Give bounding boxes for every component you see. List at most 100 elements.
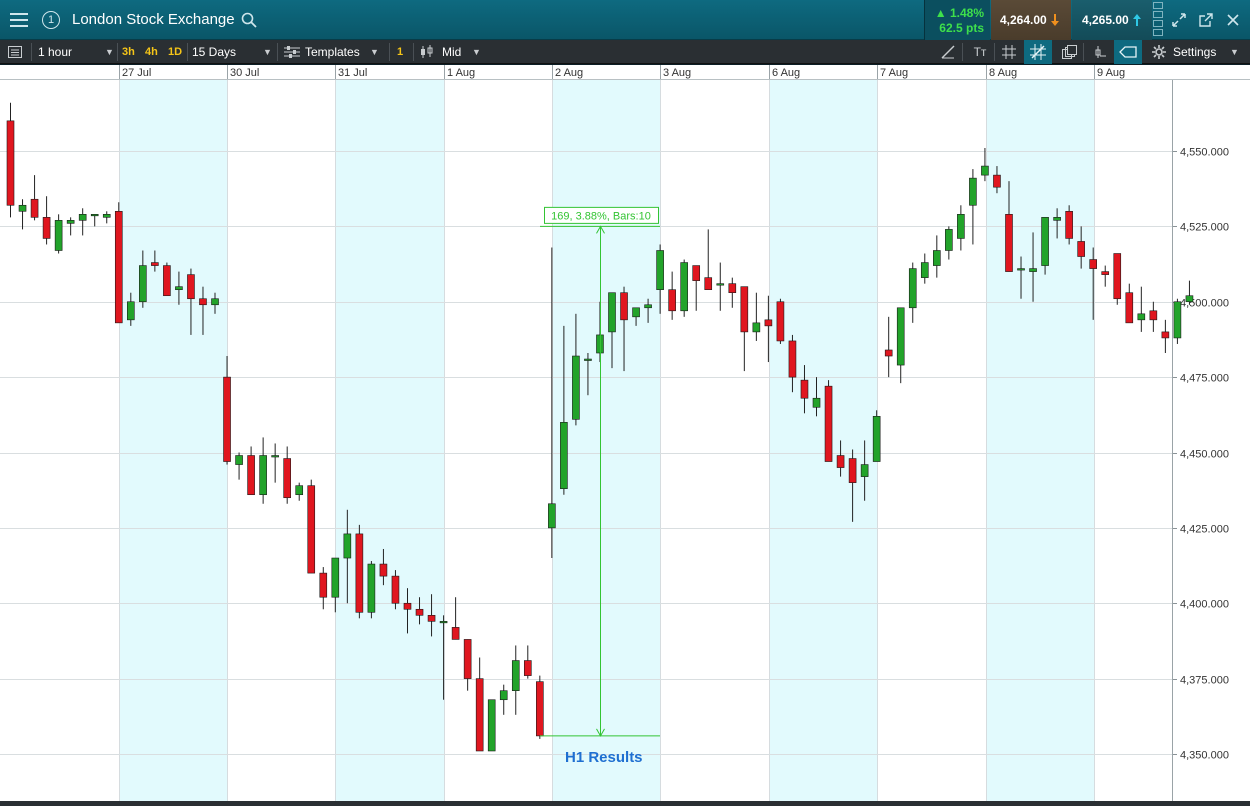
candle-up (656, 250, 664, 290)
candle-up (584, 358, 592, 361)
hamburger-menu-icon[interactable] (4, 6, 34, 34)
interval-1d-button[interactable]: 1D (168, 40, 182, 64)
date-axis-background (0, 65, 1250, 79)
grid-icon[interactable] (998, 40, 1020, 64)
interval-3h-button[interactable]: 3h (122, 40, 135, 64)
candle-up (18, 204, 27, 212)
candle-down (776, 301, 785, 342)
day-band (986, 79, 1094, 801)
candle-up (331, 557, 340, 598)
crosshair-icon[interactable] (1089, 40, 1111, 64)
date-label: 7 Aug (880, 67, 908, 79)
date-label: 2 Aug (555, 67, 583, 79)
chevron-down-icon: ▼ (472, 47, 481, 57)
candle-down (223, 376, 231, 462)
change-points: 62.5 pts (939, 21, 984, 35)
candle-up (752, 322, 761, 333)
candle-down (475, 678, 484, 752)
popout-icon[interactable] (1195, 6, 1217, 34)
price-type-value: Mid (442, 45, 462, 59)
interval-dropdown[interactable]: 1 hour ▼ (38, 40, 116, 64)
candle-up (981, 165, 989, 176)
candle-up (548, 503, 556, 529)
candle-down (187, 274, 195, 300)
candle-down (1161, 331, 1170, 339)
buy-price-button[interactable]: 4,265.00 (1072, 0, 1152, 40)
candle-up (896, 307, 905, 366)
candle-down (114, 211, 123, 324)
date-label: 3 Aug (663, 67, 691, 79)
interval-4h-button[interactable]: 4h (145, 40, 158, 64)
candle-down (788, 340, 797, 378)
crosshair-grid-icon[interactable] (1024, 40, 1052, 64)
candle-down (319, 572, 328, 598)
candle-down (1125, 292, 1134, 324)
date-label: 9 Aug (1097, 67, 1125, 79)
candle-up (102, 214, 111, 218)
candle-up (54, 220, 63, 251)
candle-up (499, 690, 508, 701)
range-value: 15 Days (192, 45, 237, 59)
candle-up (367, 563, 376, 613)
candle-up (560, 422, 568, 489)
price-chart[interactable]: 4,550.0004,525.0004,500.0004,475.0004,45… (0, 65, 1250, 801)
close-icon[interactable] (1222, 6, 1244, 34)
line-draw-icon[interactable] (936, 40, 960, 64)
range-dropdown[interactable]: 15 Days ▼ (192, 40, 274, 64)
candle-down (1005, 214, 1013, 272)
settings-button[interactable]: Settings ▼ (1152, 40, 1244, 64)
chevron-down-icon: ▼ (105, 47, 114, 57)
candle-up (933, 250, 941, 266)
search-icon[interactable] (238, 6, 260, 34)
day-band (769, 79, 877, 801)
candle-up (439, 621, 448, 624)
chart-area[interactable]: 4,550.000 4,525.000 4,500.000 4,475.000 4,45… (0, 65, 1250, 806)
candle-up (78, 214, 87, 221)
price-change-box: ▲ 1.48% 62.5 pts (924, 0, 990, 40)
list-icon[interactable] (8, 40, 28, 64)
candle-up (211, 298, 219, 306)
change-percent: ▲ 1.48% (934, 6, 984, 20)
candle-down (391, 575, 400, 604)
candle-down (247, 455, 255, 496)
candle-down (199, 298, 207, 306)
candle-up (716, 283, 725, 286)
candle-up (945, 229, 953, 251)
candle-up (957, 214, 965, 239)
candle-up (271, 455, 279, 458)
tag-icon[interactable] (1114, 40, 1142, 64)
candle-down (463, 639, 472, 679)
candle-down (536, 681, 544, 737)
candle-down (379, 563, 388, 577)
candle-down (415, 608, 424, 616)
candlestick-icon (421, 45, 433, 58)
candle-up (969, 177, 977, 206)
candle-up (1173, 301, 1182, 339)
candle-up (90, 214, 99, 217)
text-tool-icon[interactable]: Tт (968, 40, 992, 64)
expand-icon[interactable] (1168, 6, 1190, 34)
h1-results-annotation: H1 Results (565, 749, 643, 766)
candle-up (812, 397, 821, 408)
day-band (552, 79, 660, 801)
gear-icon (1152, 45, 1166, 59)
day-band (335, 79, 444, 801)
indicator-count-badge[interactable]: 1 (397, 40, 403, 64)
candle-down (1077, 241, 1085, 257)
candle-down (836, 455, 845, 468)
layout-number-button[interactable]: 1 (38, 6, 64, 34)
candle-down (728, 283, 737, 294)
candle-up (572, 355, 580, 420)
candle-down (6, 120, 15, 206)
layers-icon[interactable] (1058, 40, 1080, 64)
candle-down (1101, 271, 1110, 275)
candle-down (824, 385, 833, 462)
templates-dropdown[interactable]: Templates ▼ (284, 40, 386, 64)
candle-down (1065, 211, 1073, 239)
depth-bars-icon[interactable] (1153, 2, 1165, 38)
candle-down (848, 458, 857, 483)
candle-up (632, 307, 640, 318)
sell-price-button[interactable]: 4,264.00 (991, 0, 1071, 40)
candle-down (884, 349, 893, 357)
price-type-dropdown[interactable]: Mid ▼ (420, 40, 488, 64)
